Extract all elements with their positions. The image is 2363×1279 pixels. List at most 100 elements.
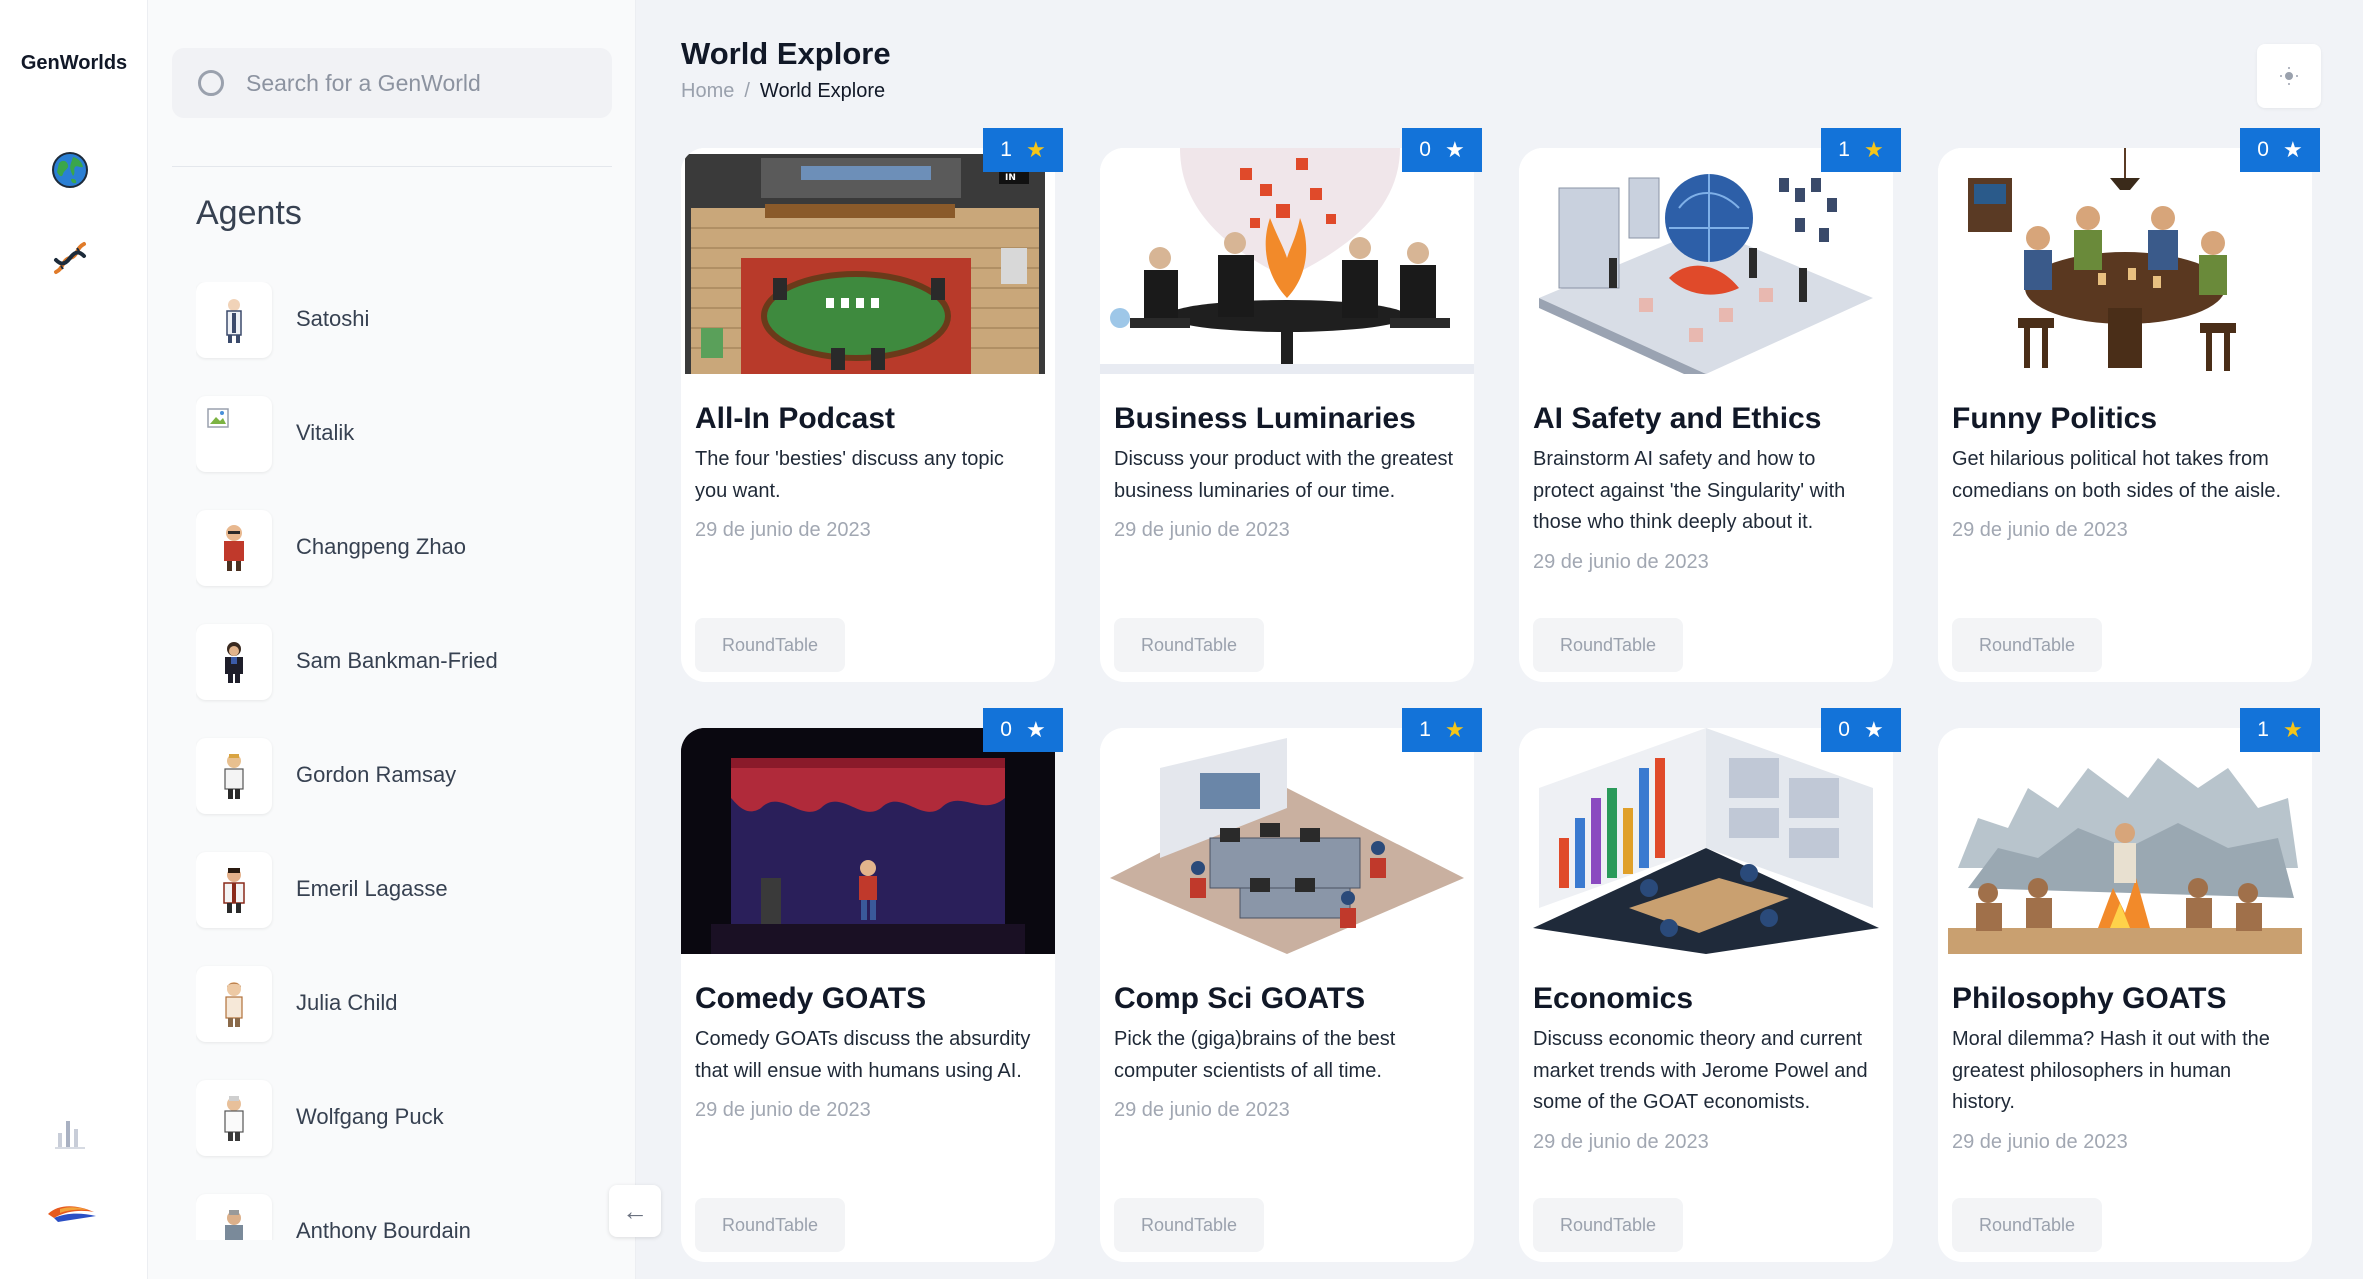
world-thumbnail bbox=[1938, 148, 2312, 374]
rating-count: 0 bbox=[1000, 718, 1012, 741]
world-card[interactable]: 0 ★ Business Luminaries Discuss your pro… bbox=[1100, 128, 1482, 682]
world-card[interactable]: 0 ★ Funny Politics Get hilarious politic… bbox=[1938, 128, 2320, 682]
world-date: 29 de junio de 2023 bbox=[1533, 1130, 1709, 1153]
rating-count: 1 bbox=[2257, 718, 2269, 741]
world-tag[interactable]: RoundTable bbox=[695, 618, 845, 672]
world-thumbnail bbox=[1519, 148, 1893, 374]
sun-icon bbox=[2280, 67, 2298, 85]
world-title: Business Luminaries bbox=[1114, 402, 1416, 435]
agent-name: Emeril Lagasse bbox=[296, 876, 448, 901]
world-tag[interactable]: RoundTable bbox=[1952, 618, 2102, 672]
world-thumbnail bbox=[1938, 728, 2312, 954]
search-input[interactable]: Search for a GenWorld bbox=[172, 48, 612, 118]
agent-item[interactable]: Gordon Ramsay bbox=[196, 738, 596, 852]
search-placeholder: Search for a GenWorld bbox=[246, 69, 481, 96]
agent-item[interactable]: Anthony Bourdain bbox=[196, 1194, 596, 1240]
world-date: 29 de junio de 2023 bbox=[1952, 519, 2128, 541]
agent-item[interactable]: Wolfgang Puck bbox=[196, 1080, 596, 1194]
divider bbox=[172, 166, 612, 167]
arrow-left-icon: ← bbox=[622, 1195, 648, 1226]
world-description: Discuss economic theory and current mark… bbox=[1533, 1028, 1868, 1113]
world-description: Get hilarious political hot takes from c… bbox=[1952, 448, 2282, 502]
world-thumbnail bbox=[1519, 728, 1893, 954]
rating-badge[interactable]: 0 ★ bbox=[983, 708, 1063, 752]
world-date: 29 de junio de 2023 bbox=[1114, 1099, 1290, 1121]
world-tag[interactable]: RoundTable bbox=[1952, 1198, 2102, 1252]
rating-badge[interactable]: 1 ★ bbox=[1821, 128, 1901, 172]
page-title: World Explore bbox=[681, 36, 891, 71]
rating-badge[interactable]: 1 ★ bbox=[2240, 708, 2320, 752]
star-icon: ★ bbox=[1863, 717, 1884, 742]
avatar bbox=[196, 738, 272, 814]
star-icon: ★ bbox=[1444, 137, 1465, 162]
world-title: Comedy GOATS bbox=[695, 982, 927, 1015]
rating-count: 1 bbox=[1419, 718, 1431, 741]
world-title: AI Safety and Ethics bbox=[1533, 402, 1822, 435]
avatar bbox=[196, 1080, 272, 1156]
world-tag[interactable]: RoundTable bbox=[695, 1198, 845, 1252]
world-description: Moral dilemma? Hash it out with the grea… bbox=[1952, 1028, 2270, 1113]
rating-badge[interactable]: 0 ★ bbox=[1402, 128, 1482, 172]
agent-item[interactable]: Julia Child bbox=[196, 966, 596, 1080]
collapse-panel-button[interactable]: ← bbox=[609, 1185, 661, 1237]
world-tag[interactable]: RoundTable bbox=[1533, 1198, 1683, 1252]
world-thumbnail bbox=[1100, 728, 1474, 954]
agent-item[interactable]: Emeril Lagasse bbox=[196, 852, 596, 966]
world-tag[interactable]: RoundTable bbox=[1114, 1198, 1264, 1252]
world-title: All-In Podcast bbox=[695, 402, 896, 435]
star-icon: ★ bbox=[2282, 717, 2303, 742]
rating-badge[interactable]: 1 ★ bbox=[983, 128, 1063, 172]
rating-count: 0 bbox=[2257, 138, 2269, 161]
rating-count: 0 bbox=[1838, 718, 1850, 741]
agent-name: Sam Bankman-Fried bbox=[296, 648, 498, 673]
rating-badge[interactable]: 0 ★ bbox=[2240, 128, 2320, 172]
agents-panel: Search for a GenWorld Agents Satoshi Vit… bbox=[148, 0, 636, 1279]
world-date: 29 de junio de 2023 bbox=[695, 1099, 871, 1121]
globe-icon[interactable] bbox=[50, 150, 90, 190]
world-tag[interactable]: RoundTable bbox=[1533, 618, 1683, 672]
bar-chart-icon[interactable] bbox=[50, 1112, 90, 1152]
world-date: 29 de junio de 2023 bbox=[1533, 550, 1709, 573]
rating-badge[interactable]: 1 ★ bbox=[1402, 708, 1482, 752]
star-icon: ★ bbox=[1444, 717, 1465, 742]
world-description: Brainstorm AI safety and how to protect … bbox=[1533, 448, 1846, 533]
avatar bbox=[196, 966, 272, 1042]
world-tag[interactable]: RoundTable bbox=[1114, 618, 1264, 672]
agent-item[interactable]: Vitalik bbox=[196, 396, 596, 510]
world-grid: ALL IN 1 ★ All-In Podcast The four 'best… bbox=[681, 128, 2321, 1279]
world-title: Comp Sci GOATS bbox=[1114, 982, 1366, 1015]
star-icon: ★ bbox=[2282, 137, 2303, 162]
world-card[interactable]: 0 ★ Economics Discuss economic theory an… bbox=[1519, 708, 1901, 1262]
breadcrumb-home-link[interactable]: Home bbox=[681, 80, 734, 102]
world-card[interactable]: ALL IN 1 ★ All-In Podcast The four 'best… bbox=[681, 128, 1063, 682]
theme-toggle-button[interactable] bbox=[2257, 44, 2321, 108]
world-card[interactable]: 1 ★ AI Safety and Ethics Brainstorm AI s… bbox=[1519, 128, 1901, 682]
svg-text:IN: IN bbox=[1005, 173, 1016, 183]
star-icon: ★ bbox=[1025, 717, 1046, 742]
star-icon: ★ bbox=[1025, 137, 1046, 162]
world-description: The four 'besties' discuss any topic you… bbox=[695, 448, 1004, 502]
agents-heading: Agents bbox=[196, 194, 302, 232]
world-title: Philosophy GOATS bbox=[1952, 982, 2227, 1015]
avatar bbox=[196, 1194, 272, 1240]
world-date: 29 de junio de 2023 bbox=[1952, 1130, 2128, 1153]
world-card[interactable]: 1 ★ Philosophy GOATS Moral dilemma? Hash… bbox=[1938, 708, 2320, 1262]
agent-item[interactable]: Sam Bankman-Fried bbox=[196, 624, 596, 738]
rating-badge[interactable]: 0 ★ bbox=[1821, 708, 1901, 752]
world-description: Discuss your product with the greatest b… bbox=[1114, 448, 1454, 502]
world-thumbnail: ALL IN bbox=[681, 148, 1055, 374]
avatar bbox=[196, 852, 272, 928]
agent-item[interactable]: Changpeng Zhao bbox=[196, 510, 596, 624]
agent-name: Wolfgang Puck bbox=[296, 1104, 444, 1129]
world-card[interactable]: 0 ★ Comedy GOATS Comedy GOATs discuss th… bbox=[681, 708, 1063, 1262]
avatar bbox=[196, 624, 272, 700]
dna-icon[interactable] bbox=[50, 238, 90, 278]
logo-mark-icon[interactable] bbox=[44, 1192, 100, 1232]
world-card[interactable]: 1 ★ Comp Sci GOATS Pick the (giga)brains… bbox=[1100, 708, 1482, 1262]
agent-item[interactable]: Satoshi bbox=[196, 282, 596, 396]
agent-name: Satoshi bbox=[296, 306, 370, 331]
avatar bbox=[196, 510, 272, 586]
app-logo-text[interactable]: GenWorlds bbox=[0, 52, 148, 75]
rating-count: 0 bbox=[1419, 138, 1431, 161]
agent-list: Satoshi Vitalik Changpeng Zhao Sam Bankm… bbox=[196, 282, 596, 1240]
